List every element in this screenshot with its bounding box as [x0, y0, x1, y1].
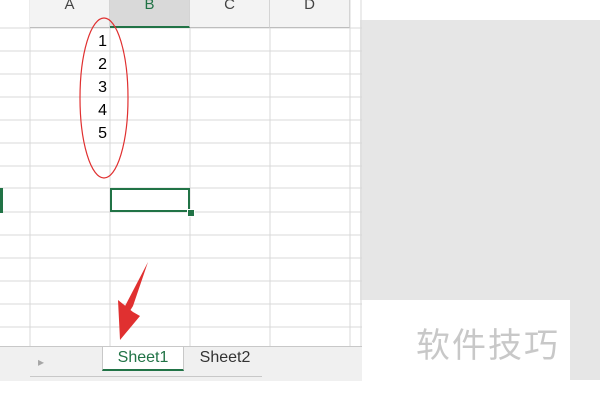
annotation-arrow-shaft — [124, 262, 148, 314]
annotation-ellipse — [79, 17, 129, 179]
annotation-layer — [79, 17, 148, 340]
